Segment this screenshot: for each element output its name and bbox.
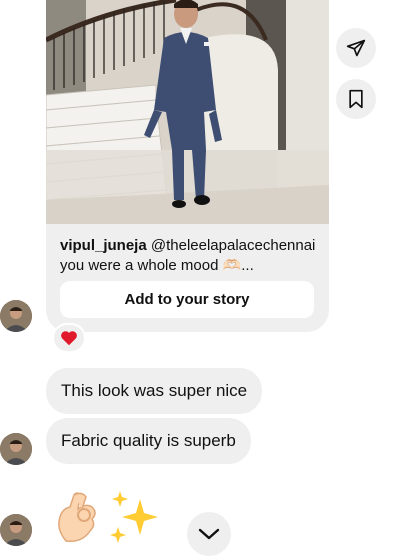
save-button[interactable]	[336, 79, 376, 119]
post-image[interactable]	[46, 0, 329, 224]
avatar-image	[0, 433, 32, 465]
emoji-message[interactable]	[52, 488, 162, 546]
heart-reaction[interactable]	[52, 323, 86, 353]
bookmark-icon	[349, 89, 363, 109]
avatar-image	[0, 514, 32, 546]
message-bubble[interactable]: This look was super nice	[46, 368, 263, 414]
share-button[interactable]	[336, 28, 376, 68]
avatar-image	[0, 300, 32, 332]
scroll-to-bottom-button[interactable]	[187, 512, 231, 556]
avatar[interactable]	[0, 433, 32, 465]
ok-hand-icon	[58, 492, 96, 543]
avatar[interactable]	[0, 514, 32, 546]
chevron-down-icon	[198, 528, 220, 540]
sparkles-icon	[110, 491, 158, 543]
message-bubble[interactable]: Fabric quality is superb	[46, 418, 251, 464]
post-caption: vipul_juneja @theleelapalacechennai you …	[60, 236, 322, 276]
shared-post-card[interactable]: vipul_juneja @theleelapalacechennai you …	[46, 0, 329, 332]
share-icon	[346, 39, 366, 57]
add-to-story-button[interactable]: Add to your story	[60, 281, 314, 318]
avatar[interactable]	[0, 300, 32, 332]
post-username: vipul_juneja	[60, 237, 147, 254]
heart-icon	[61, 331, 77, 346]
